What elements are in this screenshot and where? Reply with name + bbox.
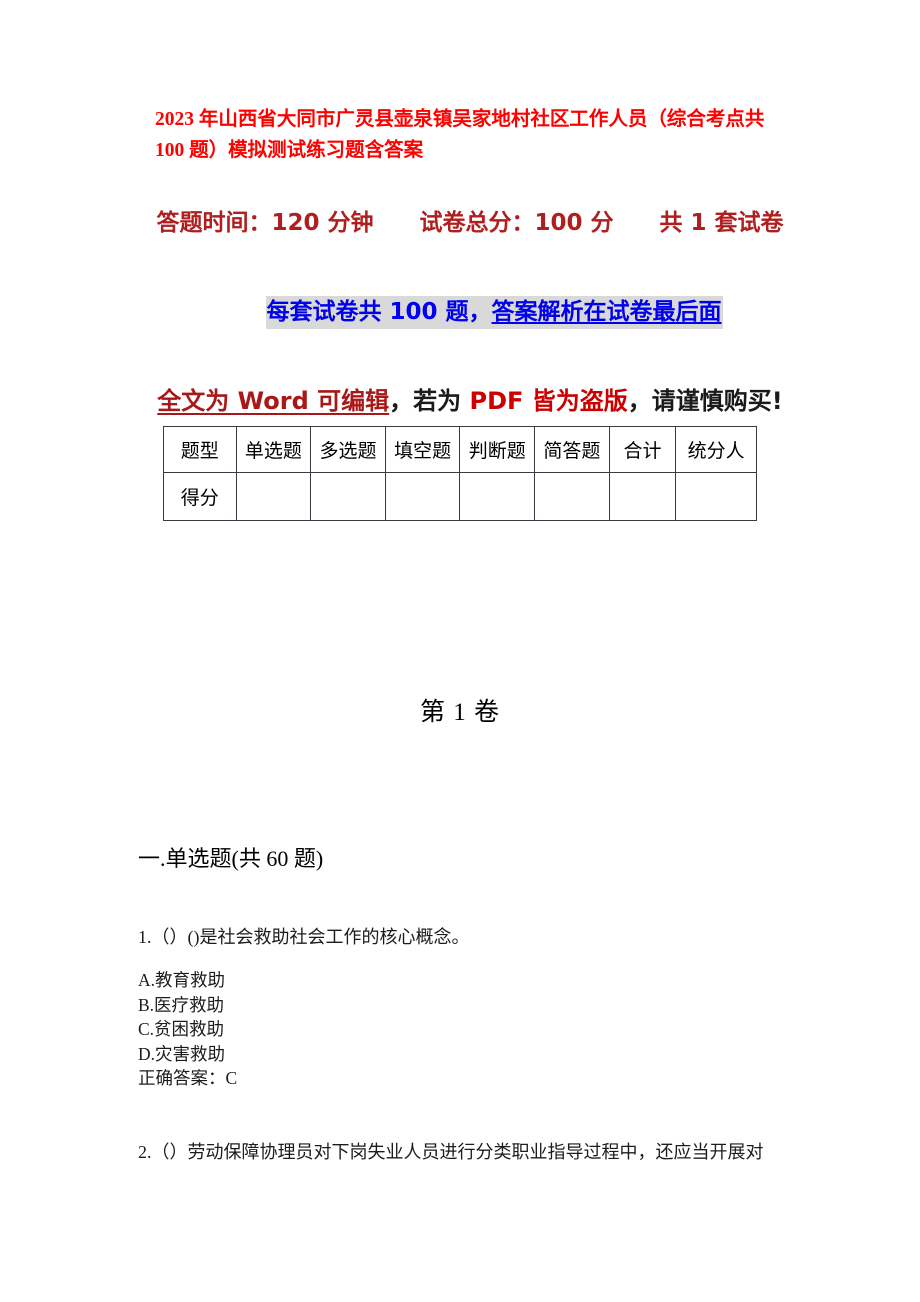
exam-time-score-line: 答题时间：120 分钟 试卷总分：100 分 共 1 套试卷 — [156, 210, 784, 236]
table-row: 得分 — [163, 472, 757, 521]
score-cell-fill-blank[interactable] — [384, 472, 461, 521]
question-options: A.教育救助 B.医疗救助 C.贫困救助 D.灾害救助 正确答案：C — [138, 968, 798, 1091]
table-row: 题型 单选题 多选题 填空题 判断题 简答题 合计 统分人 — [163, 426, 757, 473]
correct-answer: 正确答案：C — [138, 1068, 238, 1088]
table-header-cell: 多选题 — [310, 426, 386, 473]
score-table: 题型 单选题 多选题 填空题 判断题 简答题 合计 统分人 得分 — [163, 426, 757, 521]
table-header-cell: 题型 — [163, 426, 237, 473]
option-b[interactable]: B.医疗救助 — [138, 993, 798, 1018]
table-header-cell: 填空题 — [384, 426, 461, 473]
table-header-cell: 判断题 — [459, 426, 536, 473]
document-title: 2023 年山西省大同市广灵县壶泉镇吴家地村社区工作人员（综合考点共 100 题… — [155, 109, 765, 161]
copyright-notice-line: 全文为 Word 可编辑，若为 PDF 皆为盗版，请谨慎购买! — [150, 378, 790, 424]
volume-heading: 第 1 卷 — [419, 699, 500, 726]
score-cell-single-choice[interactable] — [235, 472, 312, 521]
section-heading-single-choice: 一.单选题(共 60 题) — [138, 846, 324, 871]
score-cell-total[interactable] — [608, 472, 677, 521]
table-header-cell: 简答题 — [534, 426, 610, 473]
score-cell-multi-choice[interactable] — [310, 472, 386, 521]
exam-meta-block: 答题时间：120 分钟 试卷总分：100 分 共 1 套试卷 每套试卷共 100… — [120, 200, 820, 424]
option-d[interactable]: D.灾害救助 — [138, 1042, 798, 1067]
question-block-2: 2.（）劳动保障协理员对下岗失业人员进行分类职业指导过程中，还应当开展对 — [138, 1140, 798, 1164]
answer-location-plain-text: 每套试卷共 100 题， — [266, 299, 492, 325]
question-stem: 1.（）()是社会救助社会工作的核心概念。 — [138, 927, 470, 947]
pdf-piracy-notice: PDF 皆为盗版 — [469, 387, 628, 415]
purchase-caution-text: ，请谨慎购买! — [627, 387, 783, 415]
table-header-cell: 合计 — [608, 426, 677, 473]
question-block-1: 1.（）()是社会救助社会工作的核心概念。 A.教育救助 B.医疗救助 C.贫困… — [138, 925, 798, 1091]
answer-location-link-text[interactable]: 答案解析在试卷最后面 — [492, 299, 722, 325]
table-header-cell: 单选题 — [235, 426, 312, 473]
answer-location-highlight: 每套试卷共 100 题，答案解析在试卷最后面 — [265, 296, 723, 329]
option-a[interactable]: A.教育救助 — [138, 968, 798, 993]
table-header-cell: 统分人 — [675, 426, 757, 473]
question-stem: 2.（）劳动保障协理员对下岗失业人员进行分类职业指导过程中，还应当开展对 — [138, 1142, 764, 1162]
option-c[interactable]: C.贫困救助 — [138, 1017, 798, 1042]
document-page: 2023 年山西省大同市广灵县壶泉镇吴家地村社区工作人员（综合考点共 100 题… — [0, 0, 920, 1302]
score-cell-grader[interactable] — [675, 472, 757, 521]
score-cell-short-answer[interactable] — [534, 472, 610, 521]
score-cell-true-false[interactable] — [459, 472, 536, 521]
answer-location-line: 每套试卷共 100 题，答案解析在试卷最后面 — [120, 246, 820, 378]
table-row-label-cell: 得分 — [163, 472, 237, 521]
copyright-connector-text: ，若为 — [389, 387, 470, 415]
word-editable-notice: 全文为 Word 可编辑 — [157, 387, 390, 415]
